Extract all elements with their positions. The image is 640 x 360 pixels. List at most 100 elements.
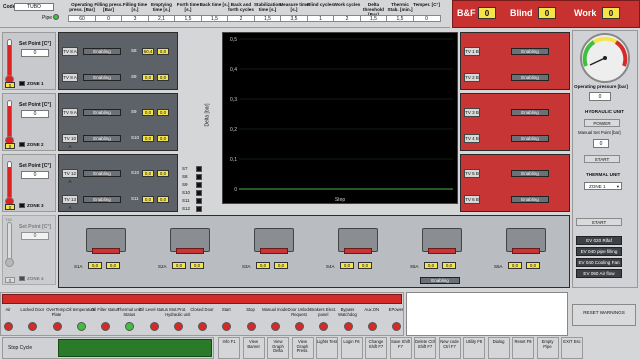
header-field-value[interactable]: 3 (121, 15, 149, 22)
enabling-button[interactable]: Enabling (511, 74, 549, 81)
alarm-indicator-icon (52, 322, 62, 331)
toolbar-button[interactable]: Change Shift F7 (365, 337, 387, 359)
toolbar-button[interactable]: Login F6 (340, 337, 363, 359)
zone-2-setpoint-input[interactable]: 0 (21, 110, 49, 118)
zone-2-readout: 0 (5, 143, 15, 149)
header-field-value[interactable]: 2 (227, 15, 255, 22)
sensor-status-row: S11 (182, 198, 218, 205)
header-field: Work cycles 2 (332, 2, 362, 26)
cycle-progress-bar (58, 339, 212, 357)
header-field-value[interactable]: 1 (306, 15, 335, 22)
sensor-status-row: S9 (182, 182, 218, 189)
hydraulic-start-button[interactable]: START (584, 155, 620, 163)
toolbar-button[interactable]: New code Ctrl F7 (438, 337, 461, 359)
enabling-button[interactable]: Enabling (511, 109, 549, 116)
code-value: TUBO (27, 4, 41, 10)
toolbar-button[interactable]: View Graph Press. (291, 337, 314, 359)
toolbar-button[interactable]: EXIT Esc (561, 337, 583, 359)
alarm-indicator-icon (295, 322, 304, 331)
header-field-label: Back and forth cycles (228, 2, 254, 12)
header-field-value[interactable]: 60 (68, 15, 96, 22)
code-select[interactable]: TUBO (14, 3, 54, 11)
thermal-start-button[interactable]: START (576, 218, 622, 226)
pressure-value: 0,0 (157, 109, 169, 116)
stop-cycle-label: Stop Cycle (8, 345, 33, 351)
pressure-value: 0,0 (157, 196, 169, 203)
ev-button[interactable]: EV 060 Air flow (576, 269, 622, 278)
zone-1-setpoint-input[interactable]: 0 (21, 49, 49, 57)
header-field-label: Back time [s.] (199, 2, 230, 7)
toolbar-button[interactable]: Delete Ctrl Shift F7 (414, 337, 436, 359)
sensor-status-label: S10 (182, 190, 191, 195)
alarm-indicator-icon (367, 322, 377, 331)
enabling-button[interactable]: Enabling (511, 135, 549, 142)
enabling-button[interactable]: Enabling (83, 109, 121, 116)
header-field: Operating press. [Bar] 60 (67, 2, 97, 26)
header-field-value[interactable]: 1,5 (174, 15, 202, 22)
tv-label: TV 4 B (464, 134, 480, 143)
enabling-button[interactable]: Enabling (83, 170, 121, 177)
header-field: Blind cycles 1 (306, 2, 336, 26)
zone-3-setpoint-input[interactable]: 0 (21, 171, 49, 179)
zone-3-readout: 0 (5, 204, 15, 210)
sensor-label: S10 (131, 170, 140, 175)
toolbar-button[interactable]: Lights Test (316, 337, 338, 359)
toolbar-button[interactable]: View Barnet (242, 337, 265, 359)
header-field-label: Blind cycles (307, 2, 334, 7)
reset-warnings-button[interactable]: RESET WARNINGS (572, 304, 636, 326)
header-field-value[interactable]: 3,5 (280, 15, 308, 22)
sensor-status-led (196, 182, 202, 188)
header-field-value[interactable]: 1,5 (359, 15, 388, 22)
toolbar-button[interactable]: Utility F8 (463, 337, 485, 359)
alarm-indicator-icon (4, 322, 13, 331)
sensor-status-led (196, 174, 202, 180)
station-value: 0,0 (340, 262, 354, 269)
enabling-button[interactable]: Enabling (511, 196, 549, 203)
header-field-value[interactable]: 1,5 (200, 15, 229, 22)
zone-4-setpoint-input[interactable]: 0 (21, 232, 49, 240)
toolbar-button[interactable]: Dialog (487, 337, 510, 359)
station-value: 0,0 (256, 262, 270, 269)
enabling-button[interactable]: Enabling (83, 135, 121, 142)
header-field: Measure time [s.] 3,5 (279, 2, 309, 26)
manual-setpoint-input[interactable]: 0 (593, 139, 609, 148)
zone-3-thermometer-icon (7, 161, 12, 199)
zone-4-led (19, 276, 25, 281)
enabling-button[interactable]: Enabling (83, 48, 121, 55)
enabling-button[interactable]: Enabling (511, 170, 549, 177)
thermal-title: THERMAL UNIT (586, 172, 621, 177)
station-value: 0,0 (424, 262, 438, 269)
tv-label: TV 10 A (62, 134, 78, 149)
toolbar-button[interactable]: Empty Pipe (536, 337, 559, 359)
hydraulic-test-screen: Code TUBO Pipe Operating press. [Bar] 60 F… (0, 0, 640, 360)
ev-button[interactable]: EV 020 Rifaf (576, 236, 622, 245)
ev-button[interactable]: EV 040 Cooling Fan (576, 258, 622, 267)
toolbar-button[interactable]: Reset F9 (512, 337, 534, 359)
station-label: S3A (242, 264, 251, 269)
station-value: 0,0 (358, 262, 372, 269)
chart-ytick-label: 0,4 (230, 67, 237, 73)
header-field-value[interactable]: 1,5 (253, 15, 282, 22)
zone-select[interactable]: ZONE 1 ▾ (584, 182, 622, 190)
header-field-value[interactable]: 2 (333, 15, 361, 22)
pressure-value: 0,0 (157, 48, 169, 55)
right-valve-panel-1: TV 1 B TV 2 B Enabling Enabling (460, 32, 570, 90)
sensor-status-label: S12 (182, 206, 191, 211)
zone-1-setpoint-label: Set Point [C°] (19, 41, 51, 47)
header-field-label: Filling time [s.] (122, 2, 148, 12)
enabling-button[interactable]: Enabling (83, 74, 121, 81)
toolbar-button[interactable]: View Graph Delta (267, 337, 289, 359)
header-field-value[interactable]: 0 (412, 15, 441, 22)
toolbar-button[interactable]: Info F1 (218, 337, 240, 359)
enabling-button[interactable]: Enabling (83, 196, 121, 203)
header-field-value[interactable]: 1,5 (386, 15, 414, 22)
power-button[interactable]: POWER (584, 119, 620, 127)
header-field-value[interactable]: 0 (94, 15, 123, 22)
toolbar-button[interactable]: Save Shift F7 (389, 337, 412, 359)
enabling-button[interactable]: Enabling (511, 48, 549, 55)
sensor-label: S11 (131, 196, 139, 201)
ev-button[interactable]: EV 040 pipe filling (576, 247, 622, 256)
station-enabling-button[interactable]: Enabling (420, 277, 460, 284)
header-field-value[interactable]: 2,1 (147, 15, 176, 22)
pipe-led (53, 14, 59, 20)
